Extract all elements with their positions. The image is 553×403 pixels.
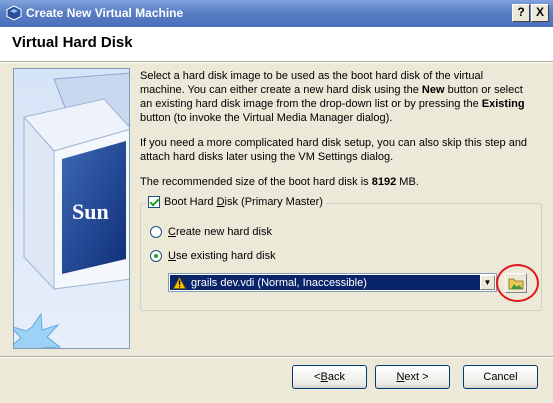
existing-disk-dropdown[interactable]: grails dev.vdi (Normal, Inaccessible) ▼ [168, 273, 497, 292]
cancel-button[interactable]: Cancel [463, 365, 538, 389]
intro-paragraph-1: Select a hard disk image to be used as t… [140, 70, 525, 124]
disk-value: grails dev.vdi (Normal, Inaccessible) [191, 276, 367, 289]
radio-button-selected[interactable] [150, 250, 162, 262]
use-existing-disk-radio[interactable]: Use existing hard disk [150, 250, 276, 262]
intro-paragraph-2: If you need a more complicated hard disk… [140, 137, 528, 163]
divider [0, 357, 553, 358]
selected-disk[interactable]: grails dev.vdi (Normal, Inaccessible) [170, 275, 480, 290]
warning-icon [173, 276, 186, 289]
highlight-circle [496, 264, 539, 302]
dropdown-arrow-icon[interactable]: ▼ [480, 275, 495, 290]
checkbox-checked[interactable] [148, 196, 160, 208]
page-title: Virtual Hard Disk [12, 34, 133, 51]
boot-hard-disk-label: Boot Hard Disk (Primary Master) [164, 196, 323, 208]
help-button[interactable]: ? [512, 4, 530, 22]
create-new-disk-label: Create new hard disk [168, 226, 272, 238]
radio-button[interactable] [150, 226, 162, 238]
next-button[interactable]: Next > [375, 365, 450, 389]
sun-logo-text: Sun [72, 199, 109, 224]
create-new-disk-radio[interactable]: Create new hard disk [150, 226, 272, 238]
boot-hard-disk-checkbox[interactable]: Boot Hard Disk (Primary Master) [146, 196, 326, 208]
close-button[interactable]: X [531, 4, 549, 22]
wizard-illustration: Sun [13, 68, 130, 349]
divider [0, 62, 553, 63]
virtualbox-icon [6, 5, 22, 21]
title-bar[interactable]: Create New Virtual Machine ? X [0, 0, 553, 27]
recommended-size-text: The recommended size of the boot hard di… [140, 176, 419, 188]
use-existing-disk-label: Use existing hard disk [168, 250, 276, 262]
virtualbox-cube-image: Sun [14, 72, 129, 348]
window-title: Create New Virtual Machine [26, 6, 184, 20]
page-header: Virtual Hard Disk [0, 27, 553, 61]
back-button[interactable]: < Back [292, 365, 367, 389]
